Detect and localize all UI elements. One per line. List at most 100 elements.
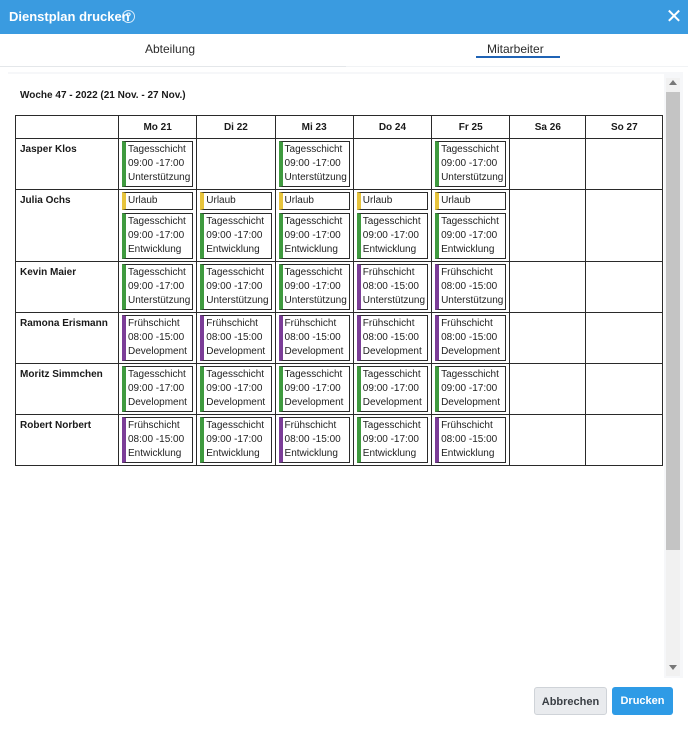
shift-department: Development <box>362 346 422 357</box>
employee-name: Ramona Erismann <box>15 312 119 364</box>
shift-name: Tagesschicht <box>362 216 421 227</box>
tab-abteilung[interactable]: Abteilung <box>145 42 195 56</box>
shift-department: Development <box>206 397 266 408</box>
shift-entry: Frühschicht 08:00 -15:00 Development <box>435 315 507 361</box>
shift-time: 08:00 -15:00 <box>441 332 498 343</box>
day-cell: Frühschicht 08:00 -15:00 Development <box>431 312 511 364</box>
cancel-button[interactable]: Abbrechen <box>534 687 607 715</box>
schedule-body: Jasper Klos Tagesschicht 09:00 -17:00 Unter… <box>15 138 664 466</box>
question-circle-icon[interactable]: ? <box>122 10 135 23</box>
vertical-scrollbar[interactable] <box>666 78 680 676</box>
header-corner <box>15 115 119 139</box>
employee-name: Moritz Simmchen <box>15 363 119 415</box>
tab-divider <box>346 66 688 67</box>
shift-time: 09:00 -17:00 <box>206 230 263 241</box>
shift-name: Tagesschicht <box>206 216 265 227</box>
shift-time: 09:00 -17:00 <box>441 383 498 394</box>
shift-time: 08:00 -15:00 <box>128 332 185 343</box>
shift-time: 09:00 -17:00 <box>441 230 498 241</box>
shift-name: Tagesschicht <box>284 144 343 155</box>
day-cell: Tagesschicht 09:00 -17:00 Development <box>274 363 354 415</box>
shift-entry: Frühschicht 08:00 -15:00 Development <box>356 315 429 361</box>
shift-time: 09:00 -17:00 <box>206 383 263 394</box>
shift-entry: Frühschicht 08:00 -15:00 Development <box>278 315 350 361</box>
day-cell <box>352 138 433 190</box>
shift-time: 08:00 -15:00 <box>441 434 498 445</box>
shift-name: Tagesschicht <box>206 369 265 380</box>
day-header: So 27 <box>585 115 664 139</box>
shift-time: 08:00 -15:00 <box>362 281 419 292</box>
day-header: Mo 21 <box>117 115 198 139</box>
shift-time: 09:00 -17:00 <box>128 230 185 241</box>
shift-name: Tagesschicht <box>441 144 499 155</box>
scroll-up-arrow-icon[interactable] <box>669 80 677 85</box>
day-cell: Frühschicht 08:00 -15:00 Development <box>274 312 354 364</box>
day-header: Do 24 <box>352 115 433 139</box>
tab-mitarbeiter[interactable]: Mitarbeiter <box>487 42 544 56</box>
day-cell: Tagesschicht 09:00 -17:00 Development <box>431 363 511 415</box>
shift-name: Tagesschicht <box>128 369 186 380</box>
shift-entry: Frühschicht 08:00 -15:00 Entwicklung <box>278 417 350 463</box>
shift-entry: Tagesschicht 09:00 -17:00 Development <box>356 366 429 412</box>
shift-time: 09:00 -17:00 <box>362 434 419 445</box>
shift-time: 09:00 -17:00 <box>128 281 185 292</box>
shift-name: Tagesschicht <box>362 369 421 380</box>
day-cell: Tagesschicht 09:00 -17:00 Development <box>117 363 198 415</box>
shift-entry: Frühschicht 08:00 -15:00 Entwicklung <box>435 417 507 463</box>
vacation-entry: Urlaub <box>122 192 194 210</box>
day-cell <box>585 414 664 466</box>
shift-time: 08:00 -15:00 <box>362 332 419 343</box>
employee-name: Robert Norbert <box>15 414 119 466</box>
schedule-header-row: Mo 21 Di 22 Mi 23 Do 24 Fr 25 Sa 26 So 2… <box>15 115 664 139</box>
day-cell <box>196 138 276 190</box>
shift-time: 09:00 -17:00 <box>284 158 341 169</box>
shift-name: Frühschicht <box>441 318 493 329</box>
shift-time: 09:00 -17:00 <box>362 230 419 241</box>
shift-name: Frühschicht <box>441 420 493 431</box>
shift-entry: Tagesschicht 09:00 -17:00 Development <box>122 366 194 412</box>
shift-entry: Frühschicht 08:00 -15:00 Unterstützung <box>356 264 429 310</box>
close-icon[interactable]: ✕ <box>662 5 686 29</box>
shift-name: Frühschicht <box>206 318 258 329</box>
day-cell: Tagesschicht 09:00 -17:00 Unterstützung <box>431 138 511 190</box>
employee-row: Ramona Erismann Frühschicht 08:00 -15:00 De… <box>15 312 664 364</box>
shift-department: Entwicklung <box>362 448 417 459</box>
vacation-entry: Urlaub <box>435 192 507 210</box>
shift-name: Frühschicht <box>362 267 415 278</box>
shift-department: Development <box>206 346 266 357</box>
shift-time: 09:00 -17:00 <box>206 281 263 292</box>
day-cell: Tagesschicht 09:00 -17:00 Unterstützung <box>117 261 198 313</box>
shift-entry: Tagesschicht 09:00 -17:00 Entwicklung <box>122 213 194 259</box>
day-cell <box>509 138 587 190</box>
day-cell: Tagesschicht 09:00 -17:00 Unterstützung <box>196 261 276 313</box>
shift-name: Frühschicht <box>284 318 337 329</box>
scrollbar-thumb[interactable] <box>666 92 680 550</box>
shift-entry: Tagesschicht 09:00 -17:00 Unterstützung <box>278 264 350 310</box>
shift-department: Unterstützung <box>128 295 191 306</box>
shift-department: Entwicklung <box>128 244 182 255</box>
dialog-title: Dienstplan drucken <box>9 9 130 24</box>
shift-entry: Tagesschicht 09:00 -17:00 Unterstützung <box>278 141 350 187</box>
employee-row: Robert Norbert Frühschicht 08:00 -15:00 Ent… <box>15 414 664 466</box>
shift-name: Tagesschicht <box>206 267 265 278</box>
shift-entry: Tagesschicht 09:00 -17:00 Unterstützung <box>122 141 194 187</box>
shift-department: Development <box>128 346 187 357</box>
scroll-down-arrow-icon[interactable] <box>669 665 677 670</box>
shift-entry: Frühschicht 08:00 -15:00 Development <box>122 315 194 361</box>
shift-department: Entwicklung <box>284 244 338 255</box>
shift-name: Tagesschicht <box>128 267 186 278</box>
shift-department: Unterstützung <box>206 295 269 306</box>
day-cell <box>585 312 664 364</box>
day-cell: Tagesschicht 09:00 -17:00 Development <box>352 363 433 415</box>
schedule-table: Mo 21 Di 22 Mi 23 Do 24 Fr 25 Sa 26 So 2… <box>15 115 664 466</box>
vacation-entry: Urlaub <box>278 192 350 210</box>
shift-name: Tagesschicht <box>441 369 499 380</box>
shift-entry: Tagesschicht 09:00 -17:00 Entwicklung <box>356 417 429 463</box>
print-button[interactable]: Drucken <box>612 687 673 715</box>
day-cell: Tagesschicht 09:00 -17:00 Unterstützung <box>274 138 354 190</box>
shift-name: Urlaub <box>128 195 158 206</box>
day-cell: Urlaub Tagesschicht 09:00 -17:00 Entwicklun… <box>274 189 354 262</box>
week-label: Woche 47 - 2022 (21 Nov. - 27 Nov.) <box>20 90 186 101</box>
day-cell: Frühschicht 08:00 -15:00 Unterstützung <box>352 261 433 313</box>
shift-entry: Tagesschicht 09:00 -17:00 Entwicklung <box>356 213 429 259</box>
